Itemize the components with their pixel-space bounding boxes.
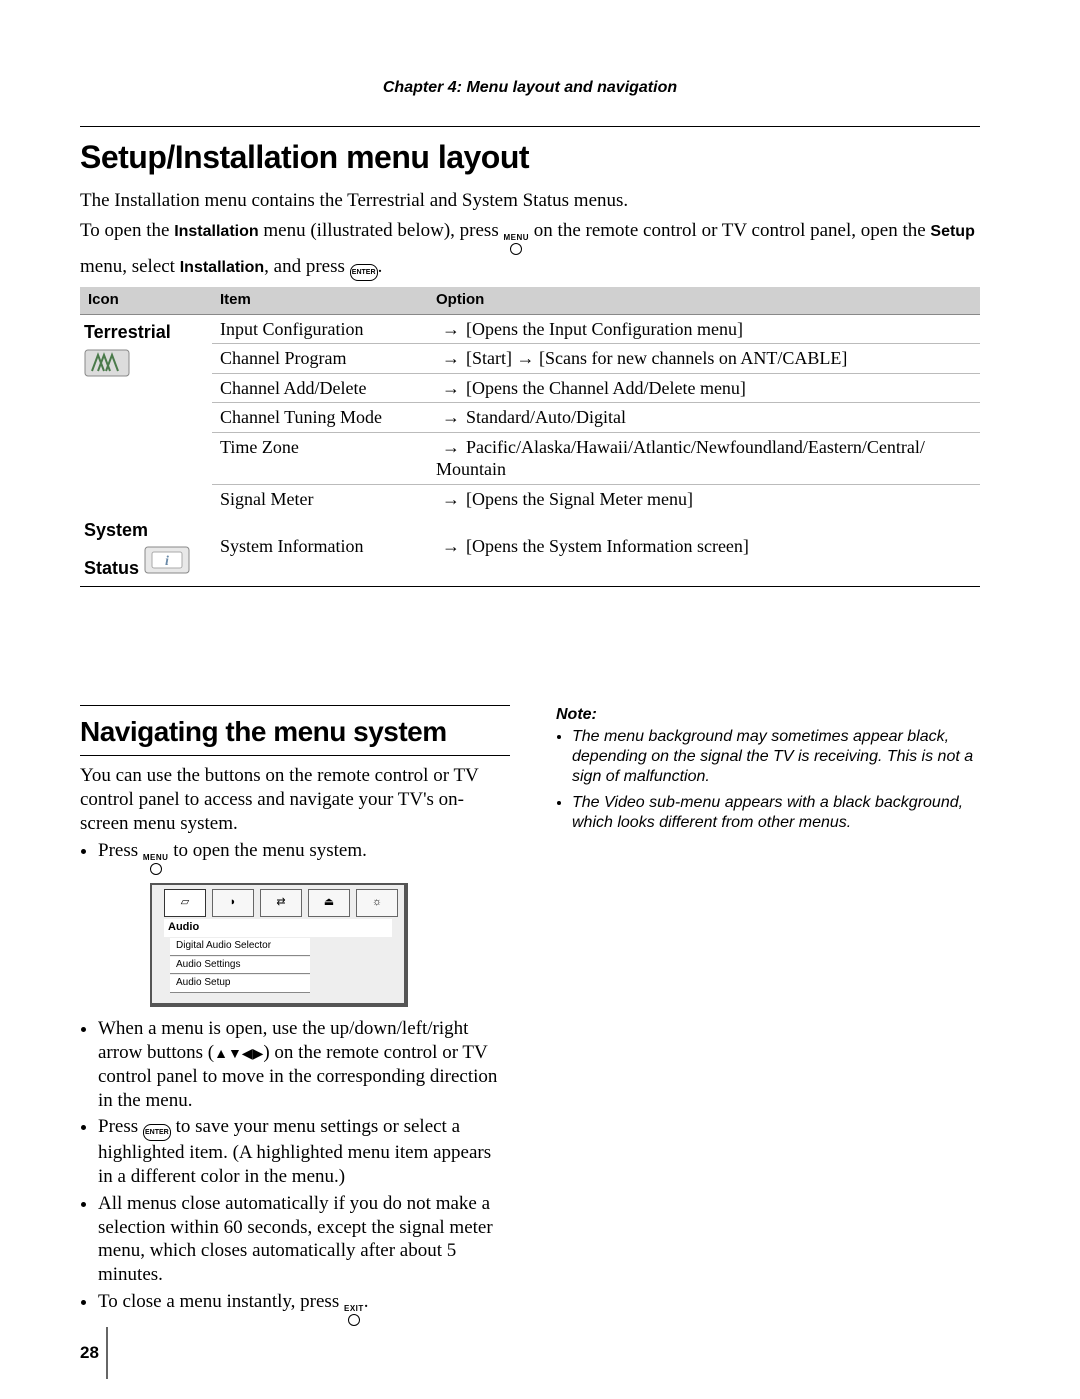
enter-button-icon: ENTER <box>143 1124 171 1141</box>
col-icon: Icon <box>80 287 212 314</box>
right-column: Note: The menu background may sometimes … <box>556 705 986 1329</box>
note-heading: Note: <box>556 705 986 725</box>
svg-text:i: i <box>165 554 169 569</box>
page-number: 28 <box>80 1342 99 1363</box>
nav-intro: You can use the buttons on the remote co… <box>80 764 510 835</box>
antenna-icon <box>84 349 130 377</box>
list-item: When a menu is open, use the up/down/lef… <box>98 1017 510 1112</box>
table-row: Terrestrial Input Configuration →[Opens … <box>80 314 980 344</box>
intro-paragraph-2: To open the Installation menu (illustrat… <box>80 219 980 281</box>
table-row: System Status i System Information →[Ope… <box>80 513 980 582</box>
table-row: Time Zone →Pacific/Alaska/Hawaii/Atlanti… <box>80 432 980 484</box>
table-row: Signal Meter →[Opens the Signal Meter me… <box>80 484 980 513</box>
note-item: The menu background may sometimes appear… <box>572 727 986 787</box>
osd-tab-icon: ⏏ <box>308 889 350 917</box>
exit-button-icon: EXIT <box>344 1305 364 1326</box>
col-option: Option <box>428 287 980 314</box>
osd-tab-icon: ◗ <box>212 889 254 917</box>
list-item: Press MENU to open the menu system. ▱ ◗ … <box>98 839 510 1007</box>
osd-item: Audio Settings <box>170 957 310 975</box>
note-item: The Video sub-menu appears with a black … <box>572 793 986 833</box>
footer-bar <box>106 1327 108 1379</box>
page-title: Setup/Installation menu layout <box>80 137 980 177</box>
table-row: Channel Program →[Start] → [Scans for ne… <box>80 344 980 374</box>
table-row: Channel Add/Delete →[Opens the Channel A… <box>80 373 980 403</box>
osd-tab-icon: ▱ <box>164 889 206 917</box>
chapter-title: Chapter 4: Menu layout and navigation <box>80 78 980 98</box>
nav-bullets: Press MENU to open the menu system. ▱ ◗ … <box>80 839 510 1326</box>
menu-button-icon: MENU <box>143 854 169 875</box>
list-item: To close a menu instantly, press EXIT. <box>98 1290 510 1326</box>
osd-tab-icon: ⇄ <box>260 889 302 917</box>
terrestrial-label: Terrestrial <box>84 322 171 342</box>
left-column: Navigating the menu system You can use t… <box>80 705 510 1329</box>
enter-button-icon: ENTER <box>350 264 378 281</box>
osd-tab-icon: ☼ <box>356 889 398 917</box>
osd-screenshot: ▱ ◗ ⇄ ⏏ ☼ Audio Digital Audio Selector A… <box>150 883 408 1007</box>
system-status-label: System Status <box>84 520 148 578</box>
section-title: Navigating the menu system <box>80 714 510 749</box>
osd-item: Audio Setup <box>170 975 310 993</box>
osd-title: Audio <box>164 919 392 937</box>
info-icon: i <box>144 546 190 574</box>
osd-item: Digital Audio Selector <box>170 938 310 956</box>
list-item: Press ENTER to save your menu settings o… <box>98 1115 510 1189</box>
installation-menu-table: Icon Item Option Terrestrial Input Confi… <box>80 287 980 582</box>
table-row: Channel Tuning Mode →Standard/Auto/Digit… <box>80 403 980 433</box>
menu-button-icon: MENU <box>503 234 529 255</box>
list-item: All menus close automatically if you do … <box>98 1192 510 1287</box>
col-item: Item <box>212 287 428 314</box>
intro-paragraph-1: The Installation menu contains the Terre… <box>80 189 980 213</box>
